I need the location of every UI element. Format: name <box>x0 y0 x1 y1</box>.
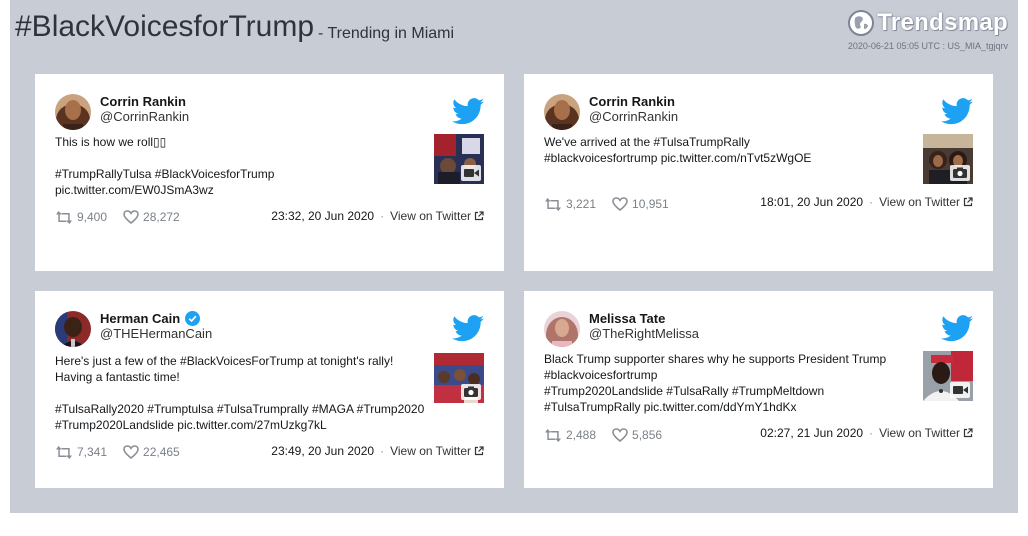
retweet-icon <box>545 428 561 442</box>
author-handle[interactable]: @CorrinRankin <box>100 109 189 124</box>
twitter-bird-icon[interactable] <box>452 315 484 342</box>
avatar[interactable] <box>55 94 91 130</box>
twitter-bird-icon[interactable] <box>941 98 973 125</box>
author-name[interactable]: Melissa Tate <box>589 311 665 326</box>
tweet-time[interactable]: 23:32, 20 Jun 2020 <box>271 209 374 223</box>
separator-dot: · <box>869 195 874 209</box>
author-handle[interactable]: @THEHermanCain <box>100 326 212 341</box>
twitter-bird-icon[interactable] <box>941 315 973 342</box>
tweet-meta: 23:49, 20 Jun 2020 · View on Twitter <box>271 444 484 458</box>
tweet-card: Herman Cain @THEHermanCain Here's just a… <box>35 291 504 488</box>
trendsmap-logo-text: Trendsmap <box>877 9 1008 36</box>
tweet-card: Corrin Rankin @CorrinRankin We've arrive… <box>524 74 993 271</box>
media-thumbnail[interactable] <box>434 134 484 184</box>
page-title: #BlackVoicesforTrump <box>15 10 315 43</box>
author-name[interactable]: Corrin Rankin <box>100 94 186 109</box>
separator-dot: · <box>380 444 385 458</box>
heart-icon <box>612 428 628 442</box>
tweet-stats: 7,341 22,465 <box>55 445 196 459</box>
snapshot-timestamp: 2020-06-21 05:05 UTC : US_MIA_tgjqrv <box>847 41 1008 51</box>
avatar[interactable] <box>544 311 580 347</box>
heart-icon <box>612 197 628 211</box>
tweet-meta: 02:27, 21 Jun 2020 · View on Twitter <box>760 426 973 440</box>
author-handle[interactable]: @CorrinRankin <box>589 109 678 124</box>
external-link-icon <box>963 197 973 207</box>
author-name[interactable]: Corrin Rankin <box>589 94 675 109</box>
page-subtitle: - Trending in Miami <box>318 25 455 42</box>
tweet-card: Corrin Rankin @CorrinRankin This is how … <box>35 74 504 271</box>
trendsmap-logo[interactable]: Trendsmap <box>847 8 1008 38</box>
external-link-icon <box>474 211 484 221</box>
tweet-time[interactable]: 23:49, 20 Jun 2020 <box>271 444 374 458</box>
external-link-icon <box>474 446 484 456</box>
author-handle[interactable]: @TheRightMelissa <box>589 326 699 341</box>
heart-icon <box>123 210 139 224</box>
heart-icon <box>123 445 139 459</box>
retweet-icon <box>56 445 72 459</box>
author-name[interactable]: Herman Cain <box>100 311 201 326</box>
tweet-time[interactable]: 02:27, 21 Jun 2020 <box>760 426 863 440</box>
retweet-count[interactable]: 7,341 <box>55 445 107 459</box>
media-thumbnail[interactable] <box>923 351 973 401</box>
tweet-text: This is how we roll▯▯ #TrumpRallyTulsa #… <box>55 135 275 197</box>
media-thumbnail[interactable] <box>434 353 484 403</box>
retweet-icon <box>56 210 72 224</box>
tweet-meta: 18:01, 20 Jun 2020 · View on Twitter <box>760 195 973 209</box>
retweet-count[interactable]: 3,221 <box>544 197 596 211</box>
retweet-icon <box>545 197 561 211</box>
avatar[interactable] <box>55 311 91 347</box>
twitter-bird-icon[interactable] <box>452 98 484 125</box>
retweet-count[interactable]: 9,400 <box>55 210 107 224</box>
like-count[interactable]: 10,951 <box>612 197 669 211</box>
tweet-meta: 23:32, 20 Jun 2020 · View on Twitter <box>271 209 484 223</box>
video-icon <box>461 165 481 181</box>
like-count[interactable]: 5,856 <box>612 428 662 442</box>
video-icon <box>950 382 970 398</box>
tweet-card: Melissa Tate @TheRightMelissa Black Trum… <box>524 291 993 488</box>
tweet-text: Here's just a few of the #BlackVoicesFor… <box>55 354 425 432</box>
avatar[interactable] <box>544 94 580 130</box>
tweet-text: We've arrived at the #TulsaTrumpRally #b… <box>544 135 812 165</box>
tweet-stats: 2,488 5,856 <box>544 428 678 442</box>
view-on-twitter-link[interactable]: View on Twitter <box>879 195 973 209</box>
view-on-twitter-link[interactable]: View on Twitter <box>879 426 973 440</box>
tweet-time[interactable]: 18:01, 20 Jun 2020 <box>760 195 863 209</box>
view-on-twitter-link[interactable]: View on Twitter <box>390 209 484 223</box>
tweet-stats: 3,221 10,951 <box>544 197 685 211</box>
tweet-stats: 9,400 28,272 <box>55 210 196 224</box>
view-on-twitter-link[interactable]: View on Twitter <box>390 444 484 458</box>
camera-icon <box>950 165 970 181</box>
camera-icon <box>461 384 481 400</box>
trendsmap-globe-icon <box>848 10 875 36</box>
separator-dot: · <box>869 426 874 440</box>
media-thumbnail[interactable] <box>923 134 973 184</box>
like-count[interactable]: 28,272 <box>123 210 180 224</box>
separator-dot: · <box>380 209 385 223</box>
external-link-icon <box>963 428 973 438</box>
like-count[interactable]: 22,465 <box>123 445 180 459</box>
verified-badge-icon <box>185 311 201 326</box>
tweet-text: Black Trump supporter shares why he supp… <box>544 352 887 414</box>
retweet-count[interactable]: 2,488 <box>544 428 596 442</box>
